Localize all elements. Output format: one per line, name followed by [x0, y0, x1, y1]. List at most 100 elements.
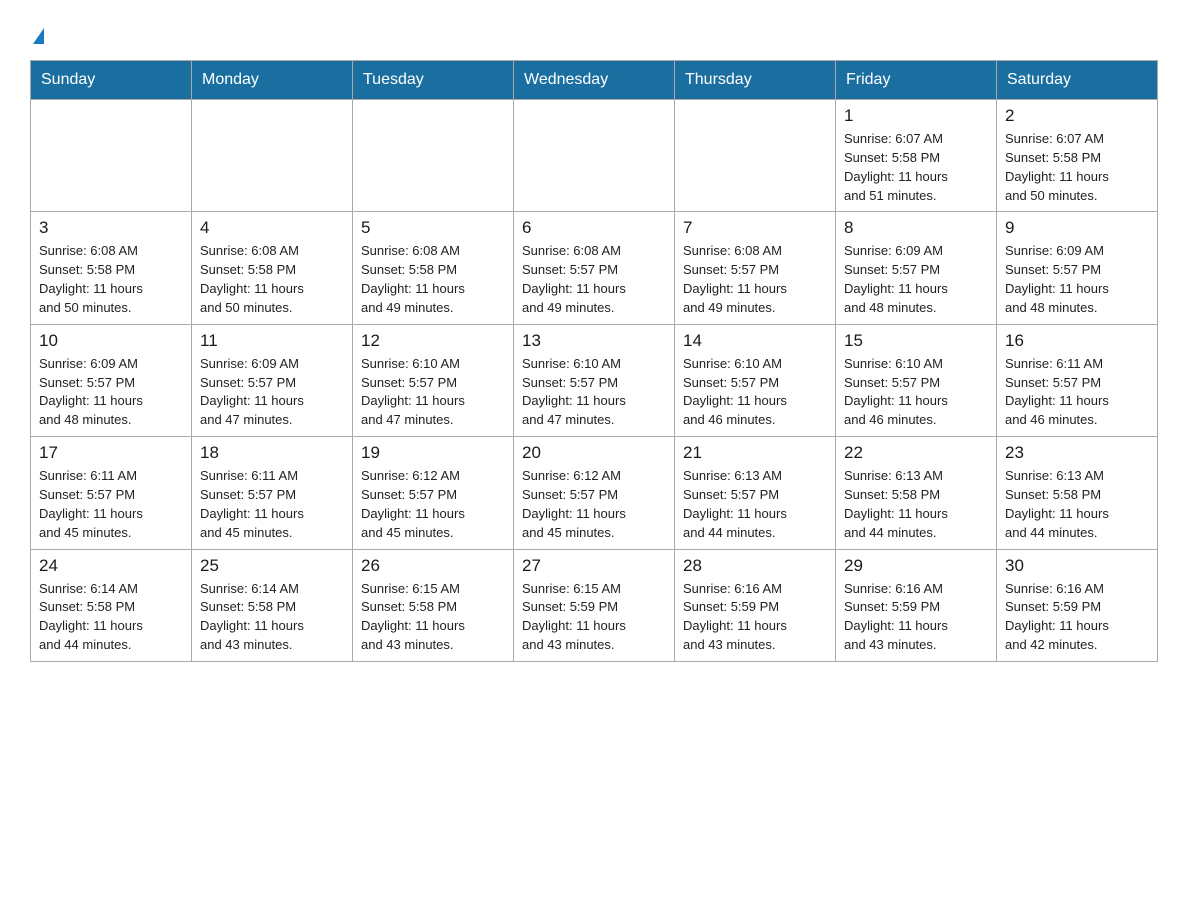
day-number: 28 [683, 556, 827, 576]
day-info: Sunrise: 6:13 AM Sunset: 5:57 PM Dayligh… [683, 467, 827, 542]
day-number: 13 [522, 331, 666, 351]
calendar-cell: 26 Sunrise: 6:15 AM Sunset: 5:58 PM Dayli… [353, 549, 514, 661]
day-number: 4 [200, 218, 344, 238]
calendar-cell: 25 Sunrise: 6:14 AM Sunset: 5:58 PM Dayli… [192, 549, 353, 661]
day-number: 15 [844, 331, 988, 351]
day-number: 2 [1005, 106, 1149, 126]
day-info: Sunrise: 6:10 AM Sunset: 5:57 PM Dayligh… [522, 355, 666, 430]
calendar-cell: 7Sunrise: 6:08 AM Sunset: 5:57 PM Daylig… [675, 212, 836, 324]
day-number: 21 [683, 443, 827, 463]
week-row-1: 1 Sunrise: 6:07 AM Sunset: 5:58 PM Daylig… [31, 100, 1158, 212]
day-number: 1 [844, 106, 988, 126]
day-number: 25 [200, 556, 344, 576]
calendar-cell: 3 Sunrise: 6:08 AM Sunset: 5:58 PM Daylig… [31, 212, 192, 324]
day-number: 3 [39, 218, 183, 238]
day-number: 22 [844, 443, 988, 463]
day-info: Sunrise: 6:10 AM Sunset: 5:57 PM Dayligh… [683, 355, 827, 430]
day-info: Sunrise: 6:08 AM Sunset: 5:58 PM Dayligh… [200, 242, 344, 317]
day-info: Sunrise: 6:14 AM Sunset: 5:58 PM Dayligh… [200, 580, 344, 655]
calendar-table: SundayMondayTuesdayWednesdayThursdayFrid… [30, 60, 1158, 662]
day-info: Sunrise: 6:08 AM Sunset: 5:58 PM Dayligh… [361, 242, 505, 317]
day-info: Sunrise: 6:16 AM Sunset: 5:59 PM Dayligh… [844, 580, 988, 655]
calendar-cell: 17 Sunrise: 6:11 AM Sunset: 5:57 PM Dayli… [31, 437, 192, 549]
calendar-cell [31, 100, 192, 212]
day-info: Sunrise: 6:07 AM Sunset: 5:58 PM Dayligh… [1005, 130, 1149, 205]
calendar-cell: 4 Sunrise: 6:08 AM Sunset: 5:58 PM Daylig… [192, 212, 353, 324]
calendar-cell: 11 Sunrise: 6:09 AM Sunset: 5:57 PM Dayli… [192, 324, 353, 436]
day-number: 24 [39, 556, 183, 576]
week-row-2: 3 Sunrise: 6:08 AM Sunset: 5:58 PM Daylig… [31, 212, 1158, 324]
calendar-cell: 2 Sunrise: 6:07 AM Sunset: 5:58 PM Daylig… [997, 100, 1158, 212]
calendar-cell: 21 Sunrise: 6:13 AM Sunset: 5:57 PM Dayli… [675, 437, 836, 549]
calendar-cell: 15 Sunrise: 6:10 AM Sunset: 5:57 PM Dayli… [836, 324, 997, 436]
calendar-cell: 14Sunrise: 6:10 AM Sunset: 5:57 PM Dayli… [675, 324, 836, 436]
calendar-cell: 8 Sunrise: 6:09 AM Sunset: 5:57 PM Daylig… [836, 212, 997, 324]
calendar-cell: 10Sunrise: 6:09 AM Sunset: 5:57 PM Dayli… [31, 324, 192, 436]
weekday-header-tuesday: Tuesday [353, 61, 514, 100]
calendar-cell [192, 100, 353, 212]
weekday-header-saturday: Saturday [997, 61, 1158, 100]
week-row-5: 24 Sunrise: 6:14 AM Sunset: 5:58 PM Dayli… [31, 549, 1158, 661]
day-info: Sunrise: 6:08 AM Sunset: 5:58 PM Dayligh… [39, 242, 183, 317]
day-number: 16 [1005, 331, 1149, 351]
day-info: Sunrise: 6:11 AM Sunset: 5:57 PM Dayligh… [200, 467, 344, 542]
day-number: 6 [522, 218, 666, 238]
day-info: Sunrise: 6:08 AM Sunset: 5:57 PM Dayligh… [522, 242, 666, 317]
calendar-cell: 22Sunrise: 6:13 AM Sunset: 5:58 PM Dayli… [836, 437, 997, 549]
day-info: Sunrise: 6:11 AM Sunset: 5:57 PM Dayligh… [39, 467, 183, 542]
day-number: 29 [844, 556, 988, 576]
calendar-cell: 6 Sunrise: 6:08 AM Sunset: 5:57 PM Daylig… [514, 212, 675, 324]
day-info: Sunrise: 6:10 AM Sunset: 5:57 PM Dayligh… [844, 355, 988, 430]
calendar-cell: 1 Sunrise: 6:07 AM Sunset: 5:58 PM Daylig… [836, 100, 997, 212]
calendar-cell [353, 100, 514, 212]
day-number: 8 [844, 218, 988, 238]
logo-triangle-icon [33, 28, 44, 44]
calendar-cell [675, 100, 836, 212]
day-info: Sunrise: 6:16 AM Sunset: 5:59 PM Dayligh… [1005, 580, 1149, 655]
weekday-header-sunday: Sunday [31, 61, 192, 100]
day-number: 27 [522, 556, 666, 576]
weekday-header-row: SundayMondayTuesdayWednesdayThursdayFrid… [31, 61, 1158, 100]
calendar-cell: 23Sunrise: 6:13 AM Sunset: 5:58 PM Dayli… [997, 437, 1158, 549]
day-number: 17 [39, 443, 183, 463]
weekday-header-friday: Friday [836, 61, 997, 100]
weekday-header-thursday: Thursday [675, 61, 836, 100]
week-row-4: 17 Sunrise: 6:11 AM Sunset: 5:57 PM Dayli… [31, 437, 1158, 549]
calendar-cell: 20Sunrise: 6:12 AM Sunset: 5:57 PM Dayli… [514, 437, 675, 549]
day-number: 9 [1005, 218, 1149, 238]
week-row-3: 10 Sunrise: 6:09 AM Sunset: 5:57 PM Dayli… [31, 324, 1158, 436]
calendar-cell: 5 Sunrise: 6:08 AM Sunset: 5:58 PM Daylig… [353, 212, 514, 324]
day-info: Sunrise: 6:15 AM Sunset: 5:59 PM Dayligh… [522, 580, 666, 655]
day-info: Sunrise: 6:09 AM Sunset: 5:57 PM Dayligh… [200, 355, 344, 430]
day-number: 12 [361, 331, 505, 351]
day-number: 20 [522, 443, 666, 463]
day-number: 10 [39, 331, 183, 351]
day-info: Sunrise: 6:09 AM Sunset: 5:57 PM Dayligh… [1005, 242, 1149, 317]
day-info: Sunrise: 6:11 AM Sunset: 5:57 PM Dayligh… [1005, 355, 1149, 430]
calendar-cell: 9 Sunrise: 6:09 AM Sunset: 5:57 PM Daylig… [997, 212, 1158, 324]
calendar-cell: 16 Sunrise: 6:11 AM Sunset: 5:57 PM Dayli… [997, 324, 1158, 436]
weekday-header-monday: Monday [192, 61, 353, 100]
calendar-cell: 28Sunrise: 6:16 AM Sunset: 5:59 PM Dayli… [675, 549, 836, 661]
day-info: Sunrise: 6:10 AM Sunset: 5:57 PM Dayligh… [361, 355, 505, 430]
day-number: 26 [361, 556, 505, 576]
day-info: Sunrise: 6:09 AM Sunset: 5:57 PM Dayligh… [844, 242, 988, 317]
calendar-cell: 19Sunrise: 6:12 AM Sunset: 5:57 PM Dayli… [353, 437, 514, 549]
day-info: Sunrise: 6:08 AM Sunset: 5:57 PM Dayligh… [683, 242, 827, 317]
day-info: Sunrise: 6:13 AM Sunset: 5:58 PM Dayligh… [1005, 467, 1149, 542]
calendar-cell: 12 Sunrise: 6:10 AM Sunset: 5:57 PM Dayli… [353, 324, 514, 436]
day-info: Sunrise: 6:07 AM Sunset: 5:58 PM Dayligh… [844, 130, 988, 205]
day-number: 18 [200, 443, 344, 463]
calendar-cell: 27 Sunrise: 6:15 AM Sunset: 5:59 PM Dayli… [514, 549, 675, 661]
day-info: Sunrise: 6:14 AM Sunset: 5:58 PM Dayligh… [39, 580, 183, 655]
calendar-cell: 13 Sunrise: 6:10 AM Sunset: 5:57 PM Dayli… [514, 324, 675, 436]
day-number: 11 [200, 331, 344, 351]
day-info: Sunrise: 6:12 AM Sunset: 5:57 PM Dayligh… [361, 467, 505, 542]
day-number: 5 [361, 218, 505, 238]
calendar-cell: 30 Sunrise: 6:16 AM Sunset: 5:59 PM Dayli… [997, 549, 1158, 661]
page-header [30, 20, 1158, 44]
weekday-header-wednesday: Wednesday [514, 61, 675, 100]
day-number: 30 [1005, 556, 1149, 576]
calendar-cell: 29 Sunrise: 6:16 AM Sunset: 5:59 PM Dayli… [836, 549, 997, 661]
day-info: Sunrise: 6:15 AM Sunset: 5:58 PM Dayligh… [361, 580, 505, 655]
